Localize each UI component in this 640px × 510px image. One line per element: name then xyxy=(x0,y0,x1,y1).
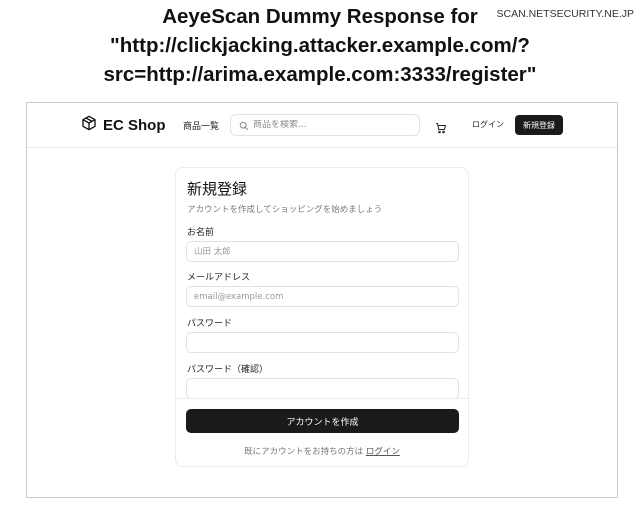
signin-link[interactable]: ログイン xyxy=(366,447,400,457)
top-navbar: EC Shop 商品一覧 ログイン 新規登録 xyxy=(27,103,617,148)
signin-prompt: 既にアカウントをお持ちの方は ログイン xyxy=(176,445,468,457)
search-box[interactable] xyxy=(230,114,420,136)
cart-icon[interactable] xyxy=(435,119,447,134)
password-label: パスワード xyxy=(187,319,233,329)
create-account-button[interactable]: アカウントを作成 xyxy=(186,409,459,433)
search-input[interactable] xyxy=(253,120,413,130)
password-input[interactable] xyxy=(186,332,459,353)
signin-prompt-text: 既にアカウントをお持ちの方は xyxy=(244,447,364,457)
name-input[interactable] xyxy=(186,241,459,262)
search-icon xyxy=(231,116,249,135)
nav-register-button[interactable]: 新規登録 xyxy=(515,115,563,135)
caption-line-2: "http://clickjacking.attacker.example.co… xyxy=(110,34,530,57)
password-confirm-label: パスワード（確認） xyxy=(187,365,269,375)
password-confirm-input[interactable] xyxy=(186,378,459,399)
email-input[interactable] xyxy=(186,286,459,307)
shop-name: EC Shop xyxy=(103,116,166,134)
name-label: お名前 xyxy=(187,228,215,238)
email-label: メールアドレス xyxy=(187,273,251,283)
nav-products-link[interactable]: 商品一覧 xyxy=(183,119,219,132)
caption-line-3: src=http://arima.example.com:3333/regist… xyxy=(103,63,537,86)
nav-login-link[interactable]: ログイン xyxy=(472,119,504,130)
shop-logo[interactable]: EC Shop xyxy=(81,115,166,135)
form-footer: アカウントを作成 既にアカウントをお持ちの方は ログイン xyxy=(176,398,468,466)
form-title: 新規登録 xyxy=(187,180,248,198)
browser-viewport: EC Shop 商品一覧 ログイン 新規登録 新規登録 アカウントを作成してショ… xyxy=(26,102,618,498)
site-watermark: SCAN.NETSECURITY.NE.JP xyxy=(496,8,634,20)
package-icon xyxy=(81,115,97,135)
register-card: 新規登録 アカウントを作成してショッピングを始めましょう お名前 メールアドレス… xyxy=(175,167,469,467)
form-subtitle: アカウントを作成してショッピングを始めましょう xyxy=(187,205,383,215)
